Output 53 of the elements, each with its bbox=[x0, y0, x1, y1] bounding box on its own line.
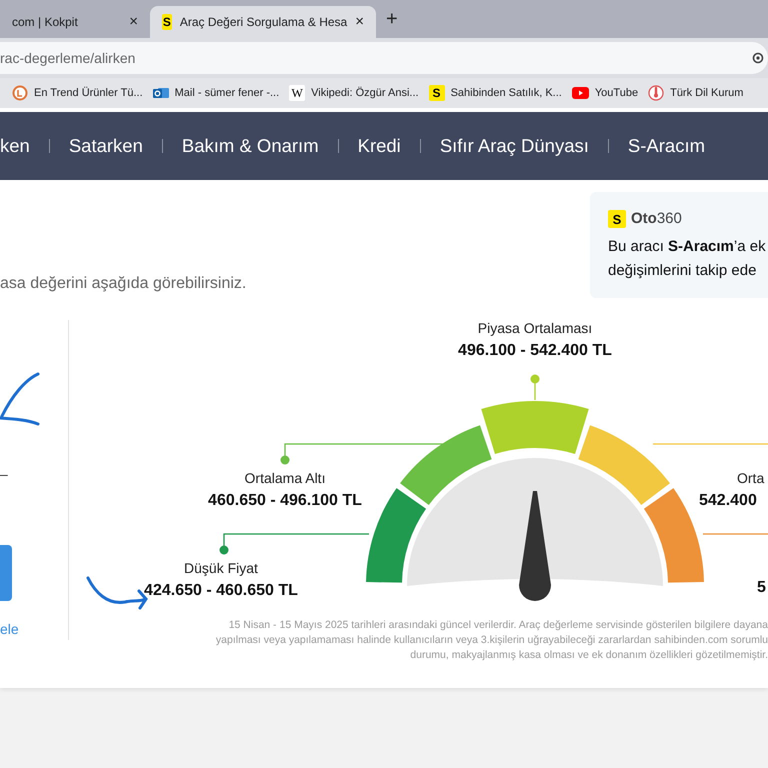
close-icon[interactable]: × bbox=[355, 10, 364, 34]
nav-link[interactable]: Kredi bbox=[338, 132, 420, 160]
bookmark-item[interactable]: S Sahibinden Satılık, K... bbox=[428, 84, 562, 102]
address-bar[interactable]: rac-degerleme/alirken bbox=[0, 42, 768, 74]
range-value: 5 bbox=[757, 578, 766, 598]
promo-text: Bu aracı S-Aracım’a ek değişimlerini takip ede bbox=[608, 236, 767, 280]
bookmark-label: Türk Dil Kurum bbox=[670, 86, 744, 101]
play-icon bbox=[572, 87, 589, 99]
bookmark-label: Vikipedi: Özgür Ansi... bbox=[311, 86, 419, 101]
site-logo-icon: S bbox=[428, 85, 445, 101]
bookmark-item[interactable]: En Trend Ürünler Tü... bbox=[12, 84, 143, 102]
range-title: Piyasa Ortalaması bbox=[476, 319, 594, 338]
range-value: 496.100 - 542.400 TL bbox=[458, 341, 612, 361]
leader-line bbox=[703, 533, 768, 535]
address-text: rac-degerleme/alirken bbox=[0, 48, 136, 68]
ring-icon bbox=[12, 85, 28, 101]
range-title: Orta bbox=[737, 469, 764, 488]
new-tab-button[interactable]: + bbox=[376, 9, 408, 29]
page-subtitle: asa değerini aşağıda görebilirsiniz. bbox=[0, 274, 246, 294]
brand-name: Oto360 bbox=[631, 209, 682, 229]
disclaimer-text: 15 Nisan - 15 Mayıs 2025 tarihleri arasındaki güncel verilerdir. Araç değerleme servisinde gösterilen bilgilere dayana yapılması veya yapılamaması halinde kullanıcıların veya 3.kişilerin uğrayabileceği zararlardan sahibinden.com sorumlu durumu, makyajlanmış kasa olması ve ek donanım özellikleri gözetilmemiştir. bbox=[214, 618, 768, 663]
bookmark-label: Mail - sümer fener -... bbox=[174, 86, 280, 101]
nav-link[interactable]: Bakım & Onarım bbox=[162, 132, 338, 160]
browser-tab[interactable]: S Araç Değeri Sorgulama & Hesa × bbox=[150, 6, 376, 38]
leader-line bbox=[530, 374, 540, 400]
nav-link[interactable]: S-Aracım bbox=[608, 132, 724, 160]
tab-title: com | Kokpit bbox=[12, 14, 78, 31]
nav-link[interactable]: Satarken bbox=[50, 132, 162, 160]
circle-icon[interactable] bbox=[752, 52, 764, 64]
range-value: 460.650 - 496.100 TL bbox=[208, 491, 362, 511]
handwritten-check-mark bbox=[0, 372, 40, 426]
browser-tab[interactable]: com | Kokpit × bbox=[0, 6, 150, 38]
site-logo-icon: W bbox=[289, 85, 306, 101]
close-icon[interactable]: × bbox=[129, 10, 138, 34]
range-title: Ortalama Altı bbox=[244, 469, 326, 488]
bookmark-item[interactable]: Mail - sümer fener -... bbox=[152, 84, 280, 102]
bookmark-label: En Trend Ürünler Tü... bbox=[34, 86, 143, 101]
bookmark-label: YouTube bbox=[594, 86, 638, 101]
bookmark-item[interactable]: YouTube bbox=[572, 84, 638, 102]
thermometer-icon bbox=[648, 85, 664, 101]
site-logo-icon: S bbox=[162, 14, 172, 30]
nav-link[interactable]: Sıfır Araç Dünyası bbox=[420, 132, 608, 160]
dash-text: – bbox=[0, 465, 8, 484]
range-value: 542.400 bbox=[699, 491, 758, 511]
mail-icon bbox=[152, 85, 169, 101]
range-title: Düşük Fiyat bbox=[183, 559, 259, 578]
nav-link[interactable]: ken bbox=[0, 132, 49, 160]
bookmark-item[interactable]: W Vikipedi: Özgür Ansi... bbox=[289, 84, 419, 102]
tab-title: Araç Değeri Sorgulama & Hesa bbox=[180, 14, 348, 31]
range-value: 424.650 - 460.650 TL bbox=[144, 581, 298, 601]
bookmark-item[interactable]: Türk Dil Kurum bbox=[648, 84, 744, 102]
bookmark-label: Sahibinden Satılık, K... bbox=[450, 86, 562, 101]
brand-logo-icon: S bbox=[608, 210, 626, 228]
